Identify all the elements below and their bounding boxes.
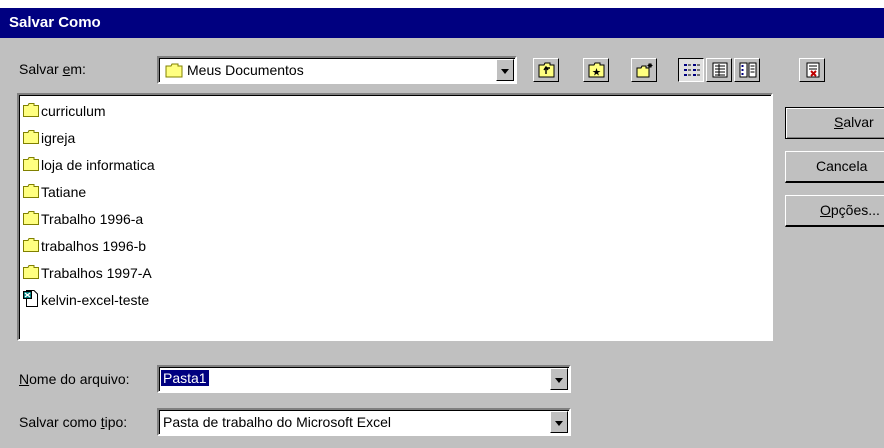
list-view-button[interactable] — [678, 58, 704, 82]
excel-file-icon — [23, 290, 38, 307]
folder-icon — [23, 238, 39, 252]
save-in-value: Meus Documentos — [187, 62, 304, 78]
up-one-level-icon — [538, 62, 555, 78]
details-view-icon — [712, 62, 728, 78]
look-in-favorites-icon — [588, 62, 605, 78]
filename-value: Pasta1 — [161, 370, 209, 386]
options-button[interactable]: Opções... — [785, 195, 884, 227]
look-in-favorites-button[interactable] — [583, 58, 609, 82]
filename-label: Nome do arquivo: — [19, 371, 130, 387]
save-in-label: Salvar em: — [19, 61, 86, 77]
properties-view-button[interactable] — [734, 58, 760, 82]
create-new-folder-icon — [636, 63, 653, 78]
filetype-label: Salvar como tipo: — [19, 414, 128, 430]
title-bar[interactable]: Salvar Como — [0, 8, 884, 38]
folder-icon — [23, 130, 39, 144]
filename-dropdown-button[interactable] — [550, 368, 568, 390]
save-in-combo[interactable]: Meus Documentos — [157, 56, 517, 84]
folder-icon — [23, 265, 39, 279]
folder-icon — [165, 63, 183, 78]
file-list[interactable]: curriculum igreja loja de informatica Ta… — [17, 93, 773, 341]
folder-icon — [23, 103, 39, 117]
folder-icon — [23, 157, 39, 171]
up-one-level-button[interactable] — [533, 58, 559, 82]
list-view-icon — [684, 64, 700, 76]
details-view-button[interactable] — [706, 58, 732, 82]
properties-view-icon — [739, 62, 757, 78]
top-strip — [0, 0, 884, 8]
folder-icon — [23, 184, 39, 198]
save-button[interactable]: Salvar — [785, 107, 884, 139]
filetype-dropdown-button[interactable] — [550, 411, 568, 433]
folder-icon — [23, 211, 39, 225]
cancel-button[interactable]: Cancela — [785, 151, 884, 183]
commands-settings-button[interactable] — [799, 58, 825, 82]
filename-field[interactable]: Pasta1 — [157, 365, 571, 393]
save-in-dropdown-button[interactable] — [496, 59, 514, 81]
filetype-select[interactable]: Pasta de trabalho do Microsoft Excel — [157, 408, 571, 436]
commands-settings-icon — [806, 62, 820, 78]
create-new-folder-button[interactable] — [631, 58, 657, 82]
window-title: Salvar Como — [9, 14, 101, 31]
filetype-value: Pasta de trabalho do Microsoft Excel — [163, 414, 392, 430]
